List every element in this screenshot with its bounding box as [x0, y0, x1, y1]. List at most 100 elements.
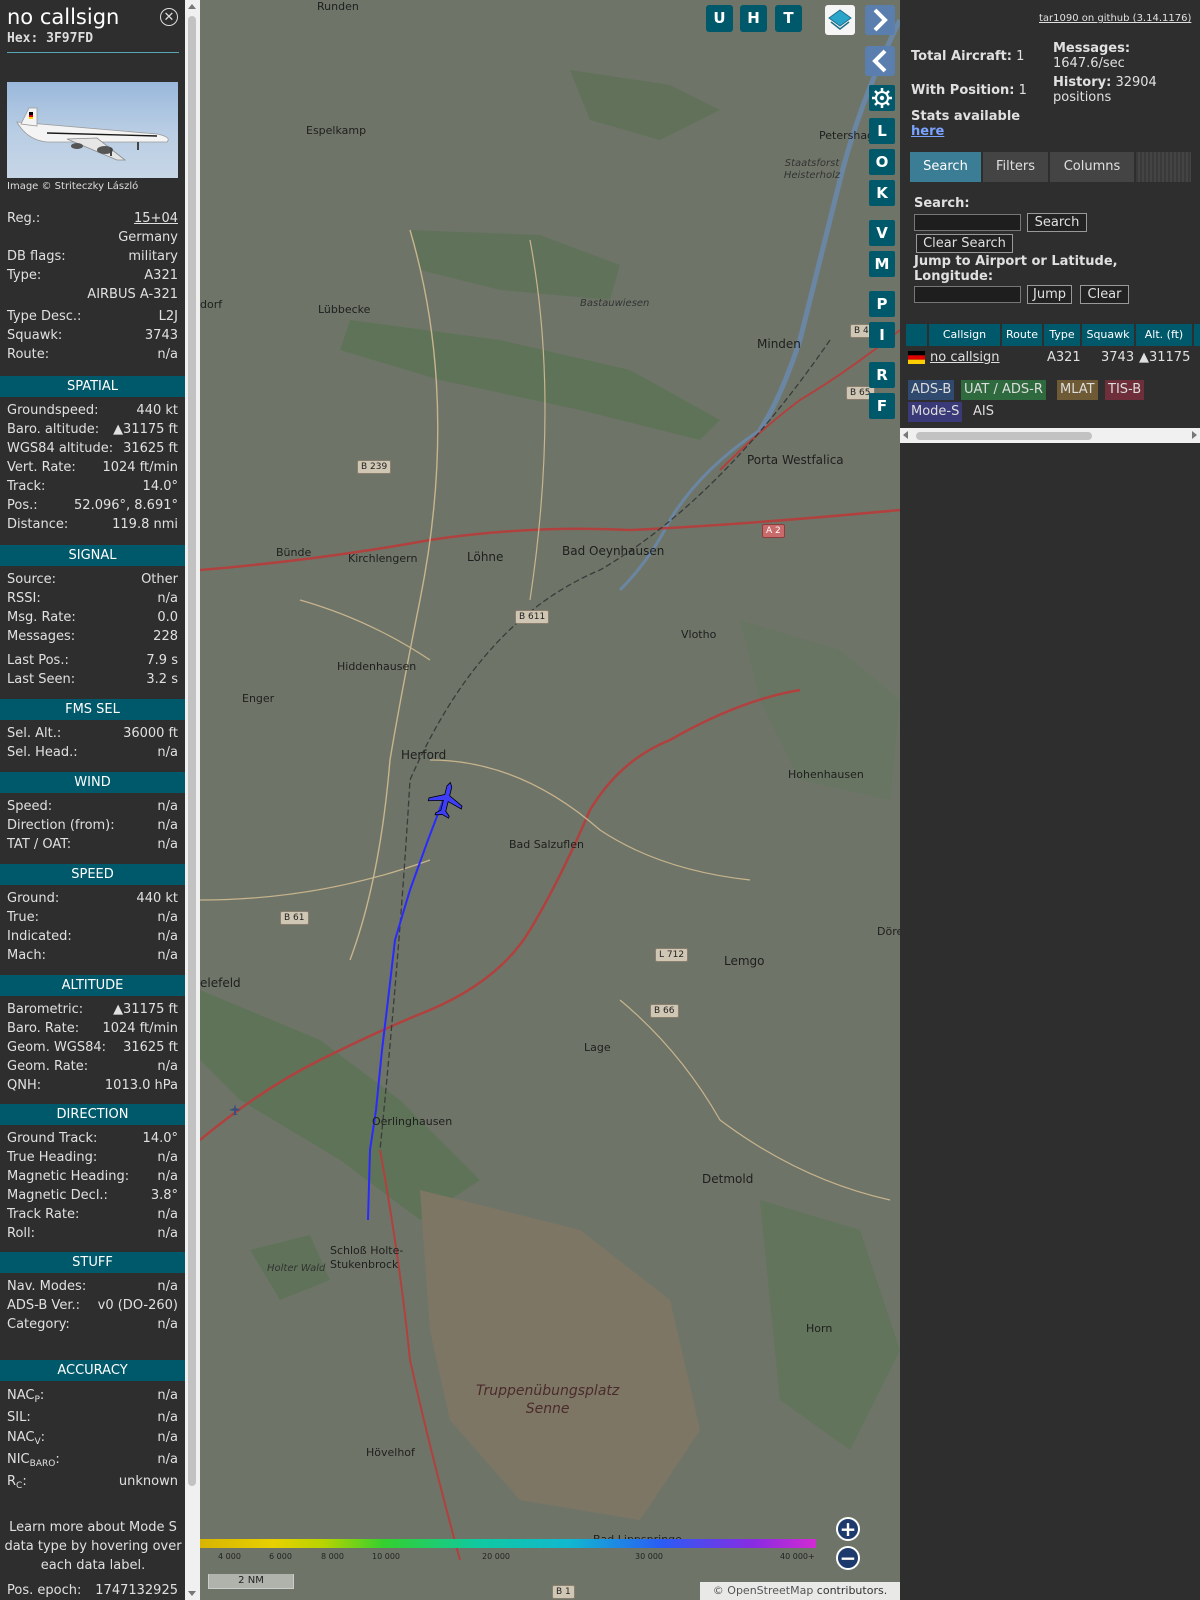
jump-input[interactable] [914, 286, 1021, 303]
search-input[interactable] [914, 214, 1021, 231]
tab-columns[interactable]: Columns [1050, 152, 1134, 182]
signal-label[interactable]: Messages: [7, 629, 75, 644]
wind-label[interactable]: Direction (from): [7, 818, 115, 833]
t-button[interactable]: T [775, 5, 802, 32]
f-button[interactable]: F [869, 393, 895, 419]
tab-search[interactable]: Search [910, 152, 981, 182]
col-alt-header[interactable]: Alt. (ft) [1136, 324, 1192, 346]
signal-label[interactable]: Last Pos.: [7, 653, 69, 668]
spatial-label[interactable]: WGS84 altitude: [7, 441, 113, 456]
speed-label[interactable]: Indicated: [7, 929, 72, 944]
altitude-label[interactable]: Barometric: [7, 1002, 83, 1017]
clear-search-button[interactable]: Clear Search [916, 234, 1013, 253]
zoom-out-button[interactable]: − [836, 1546, 860, 1570]
road-b61: B 61 [280, 911, 309, 925]
search-button[interactable]: Search [1027, 213, 1087, 232]
zoom-in-button[interactable]: + [836, 1517, 860, 1541]
altitude-label[interactable]: Geom. Rate: [7, 1059, 88, 1074]
signal-label[interactable]: Source: [7, 572, 56, 587]
i-button[interactable]: I [869, 322, 895, 348]
collapse-left-button[interactable] [865, 46, 895, 76]
accuracy-label[interactable]: NACV: [7, 1430, 45, 1447]
accuracy-label[interactable]: NICBARO: [7, 1452, 60, 1469]
expand-right-button[interactable] [865, 5, 895, 35]
fms-label[interactable]: Sel. Alt.: [7, 726, 61, 741]
spatial-label[interactable]: Track: [7, 479, 45, 494]
map-view[interactable]: Runden Espelkamp Petershag Staatsforst H… [200, 0, 900, 1600]
layers-button[interactable] [825, 5, 855, 35]
speed-label[interactable]: Mach: [7, 948, 46, 963]
osm-link[interactable]: © OpenStreetMap [713, 1584, 814, 1597]
github-link[interactable]: tar1090 on github (3.14.1176) [1039, 13, 1191, 24]
direction-label[interactable]: Magnetic Decl.: [7, 1188, 108, 1203]
town-bastauwiesen: Bastauwiesen [580, 298, 650, 309]
wind-label[interactable]: TAT / OAT: [7, 837, 71, 852]
scroll-right-arrow-icon[interactable] [1192, 431, 1197, 439]
fms-label[interactable]: Sel. Head.: [7, 745, 78, 760]
accuracy-label[interactable]: SIL: [7, 1410, 31, 1427]
spatial-label[interactable]: Groundspeed: [7, 403, 98, 418]
reg-link[interactable]: 15+04 [134, 211, 178, 226]
hscroll-thumb[interactable] [916, 432, 1092, 440]
r-button[interactable]: R [869, 362, 895, 388]
speed-label[interactable]: True: [7, 910, 39, 925]
scroll-up-arrow-icon[interactable] [188, 4, 196, 9]
stuff-label[interactable]: Category: [7, 1317, 70, 1332]
col-squawk-header[interactable]: Squawk [1082, 324, 1134, 346]
col-callsign-header[interactable]: Callsign [929, 324, 1000, 346]
altitude-label[interactable]: Baro. Rate: [7, 1021, 79, 1036]
speed-label[interactable]: Ground: [7, 891, 59, 906]
stuff-label[interactable]: Nav. Modes: [7, 1279, 86, 1294]
signal-label[interactable]: RSSI: [7, 591, 41, 606]
scroll-left-arrow-icon[interactable] [903, 431, 908, 439]
info-panel-scrollbar[interactable] [185, 0, 200, 1600]
altitude-label[interactable]: QNH: [7, 1078, 41, 1093]
v-button[interactable]: V [869, 220, 895, 246]
spatial-row: Vert. Rate: 1024 ft/min [7, 460, 178, 478]
town-dorf: dorf [200, 298, 223, 311]
aircraft-photo[interactable] [7, 82, 178, 178]
spatial-label[interactable]: Baro. altitude: [7, 422, 99, 437]
wind-label[interactable]: Speed: [7, 799, 52, 814]
settings-button[interactable] [869, 85, 895, 111]
table-horizontal-scrollbar[interactable] [900, 428, 1200, 443]
direction-label[interactable]: True Heading: [7, 1150, 97, 1165]
altitude-label[interactable]: Geom. WGS84: [7, 1040, 106, 1055]
accuracy-label[interactable]: NACP: [7, 1388, 44, 1405]
signal-label[interactable]: Last Seen: [7, 672, 75, 687]
section-header-fms: FMS SEL [0, 699, 185, 720]
clear-button[interactable]: Clear [1080, 285, 1129, 304]
u-button[interactable]: U [706, 5, 733, 32]
accuracy-label[interactable]: RC: [7, 1474, 27, 1491]
map-base-layer [200, 18, 900, 1561]
col-type-header[interactable]: Type [1044, 324, 1080, 346]
p-button[interactable]: P [869, 291, 895, 317]
col-flag-header[interactable] [906, 324, 927, 346]
spatial-label[interactable]: Distance: [7, 517, 68, 532]
scroll-thumb[interactable] [188, 16, 196, 1486]
stats-link[interactable]: here [911, 124, 944, 139]
m-button[interactable]: M [869, 251, 895, 277]
o-button[interactable]: O [869, 149, 895, 175]
aircraft-icon[interactable] [426, 780, 466, 820]
spatial-label[interactable]: Pos.: [7, 498, 38, 513]
l-button[interactable]: L [869, 118, 895, 144]
tab-filters[interactable]: Filters [983, 152, 1048, 182]
direction-label[interactable]: Ground Track: [7, 1131, 97, 1146]
alt-tick-30000: 30 000 [635, 1552, 663, 1561]
title-divider [7, 52, 179, 53]
direction-label[interactable]: Roll: [7, 1226, 35, 1241]
stuff-label[interactable]: ADS-B Ver.: [7, 1298, 80, 1313]
direction-label[interactable]: Track Rate: [7, 1207, 79, 1222]
signal-label[interactable]: Msg. Rate: [7, 610, 76, 625]
k-button[interactable]: K [869, 180, 895, 206]
spatial-label[interactable]: Vert. Rate: [7, 460, 76, 475]
row-callsign[interactable]: no callsign [930, 350, 1000, 368]
col-route-header[interactable]: Route [1002, 324, 1042, 346]
h-button[interactable]: H [740, 5, 767, 32]
jump-button[interactable]: Jump [1027, 285, 1072, 304]
col-more-header[interactable] [1194, 324, 1200, 346]
direction-label[interactable]: Magnetic Heading: [7, 1169, 129, 1184]
scroll-down-arrow-icon[interactable] [188, 1591, 196, 1596]
close-icon[interactable]: ✕ [160, 8, 178, 26]
